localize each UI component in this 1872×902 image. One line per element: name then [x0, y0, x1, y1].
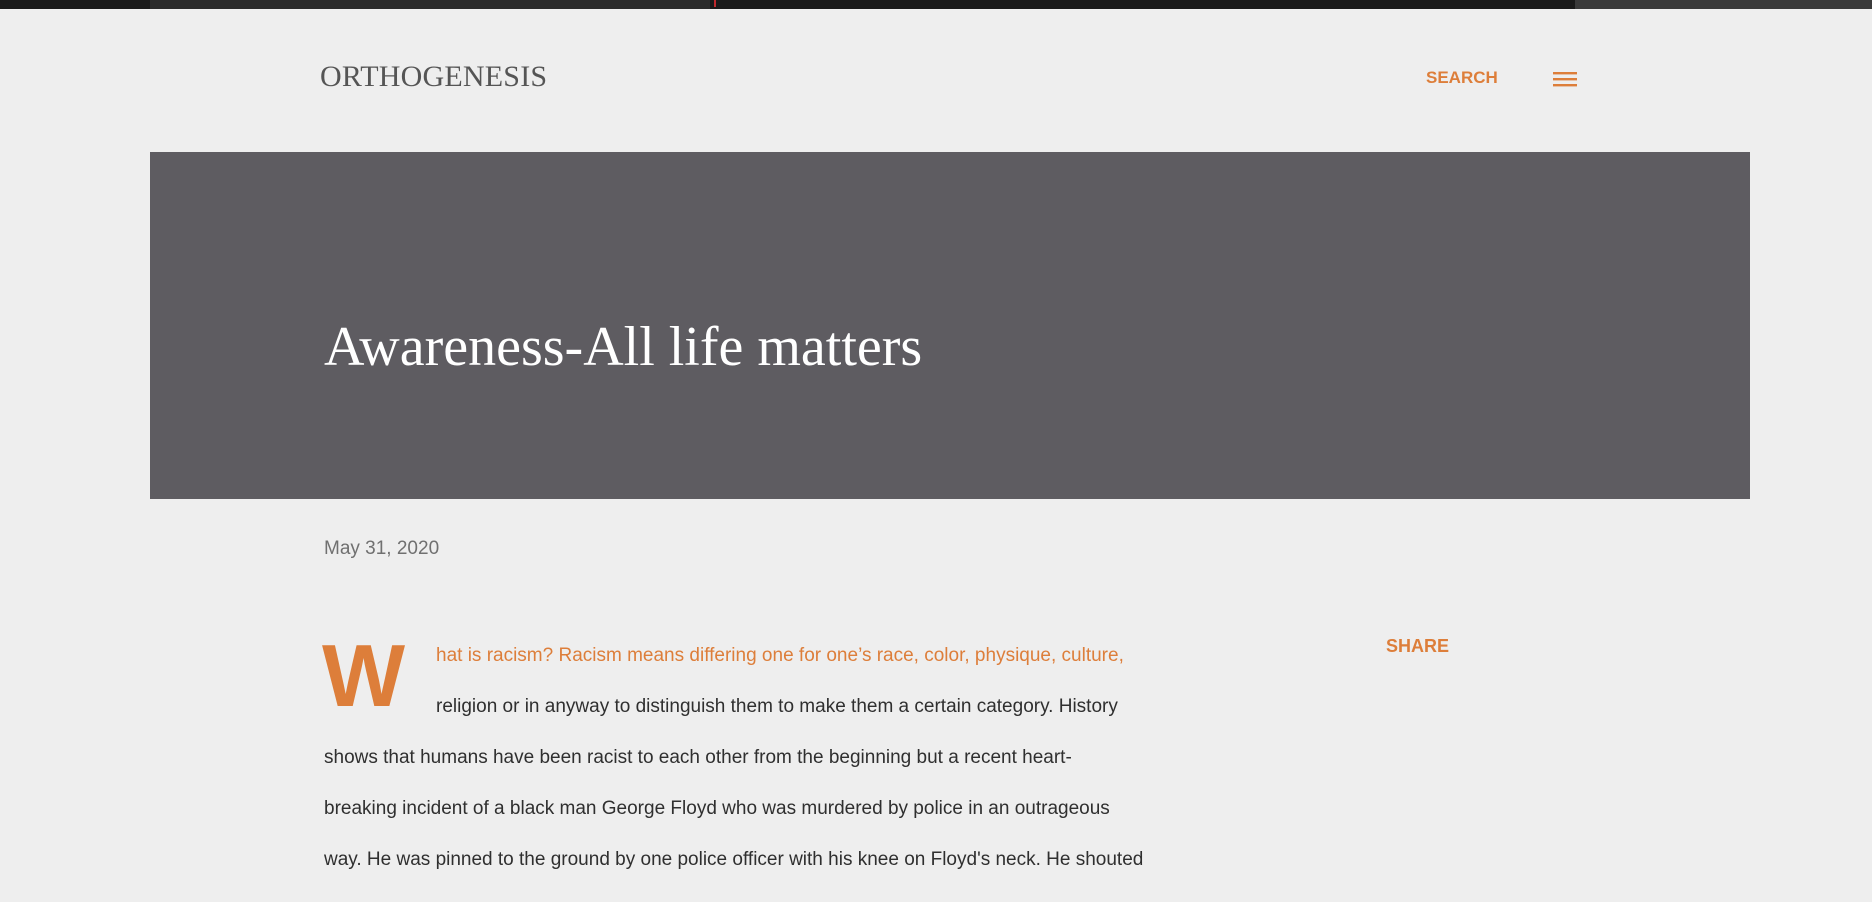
post-body-line: way. He was pinned to the ground by one …: [324, 849, 1144, 870]
post-body-line: shows that humans have been racist to ea…: [324, 747, 1072, 768]
post-title: Awareness-All life matters: [324, 316, 923, 378]
drop-cap-letter: W: [322, 626, 406, 725]
post-hero-banner: Awareness-All life matters: [150, 152, 1750, 499]
post-body-line: breaking incident of a black man George …: [324, 798, 1110, 819]
browser-top-strip: [0, 0, 1872, 9]
top-strip-indicator: [714, 0, 716, 7]
post-date: May 31, 2020: [324, 538, 440, 559]
top-strip-segment: [1575, 0, 1872, 9]
hamburger-menu-icon[interactable]: [1553, 70, 1577, 88]
search-button[interactable]: SEARCH: [1426, 68, 1498, 88]
site-title[interactable]: ORTHOGENESIS: [320, 60, 547, 94]
post-body-line: religion or in anyway to distinguish the…: [436, 696, 1118, 717]
post-body-line: hat is racism? Racism means differing on…: [436, 645, 1124, 666]
share-button[interactable]: SHARE: [1386, 636, 1449, 657]
top-strip-segment: [150, 0, 710, 9]
